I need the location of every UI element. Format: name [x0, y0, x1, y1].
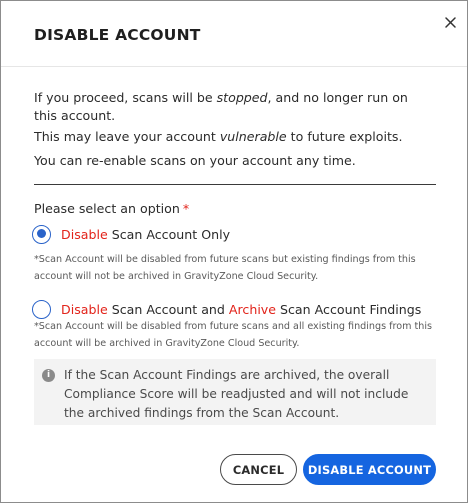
option2-action2: Archive: [228, 301, 277, 317]
cancel-button[interactable]: CANCEL: [220, 454, 297, 485]
radio-option2[interactable]: [32, 299, 51, 319]
option1-label[interactable]: Disable Scan Account Only: [61, 227, 230, 242]
option-disable-scan-account-only[interactable]: Disable Scan Account Only: [32, 223, 230, 245]
option1-action: Disable: [61, 226, 108, 242]
close-icon[interactable]: [441, 13, 461, 33]
message-text: to future exploits.: [286, 129, 403, 144]
warning-message-vulnerable: This may leave your account vulnerable t…: [34, 128, 434, 146]
dialog-header: DISABLE ACCOUNT: [1, 1, 467, 67]
option1-text: Scan Account Only: [107, 226, 231, 242]
option2-note: *Scan Account will be disabled from futu…: [34, 321, 433, 349]
option-label-text: Please select an option: [34, 201, 180, 216]
info-text: If the Scan Account Findings are archive…: [64, 368, 409, 420]
option-select-label: Please select an option *: [34, 201, 189, 216]
option2-label[interactable]: Disable Scan Account and Archive Scan Ac…: [61, 302, 421, 317]
warning-message-stopped: If you proceed, scans will be stopped, a…: [34, 89, 434, 125]
required-mark: *: [182, 201, 190, 216]
option1-note: *Scan Account will be disabled from futu…: [34, 254, 416, 282]
divider: [34, 184, 436, 185]
dialog-title: DISABLE ACCOUNT: [34, 26, 201, 44]
option2-action: Disable: [61, 301, 108, 317]
reenable-message: You can re-enable scans on your account …: [34, 153, 356, 168]
message-text: This may leave your account: [34, 129, 220, 144]
message-emphasis: stopped: [216, 90, 268, 105]
disable-account-dialog: DISABLE ACCOUNT If you proceed, scans wi…: [0, 0, 468, 503]
info-icon: i: [42, 369, 55, 382]
option2-text-end: Scan Account Findings: [276, 301, 422, 317]
radio-option1[interactable]: [32, 224, 51, 244]
disable-account-button[interactable]: DISABLE ACCOUNT: [303, 454, 436, 485]
message-text: If you proceed, scans will be: [34, 90, 217, 105]
info-box: i If the Scan Account Findings are archi…: [34, 359, 436, 425]
message-emphasis: vulnerable: [219, 129, 287, 144]
option-disable-and-archive[interactable]: Disable Scan Account and Archive Scan Ac…: [32, 298, 421, 320]
option2-text-mid: Scan Account and: [107, 301, 229, 317]
